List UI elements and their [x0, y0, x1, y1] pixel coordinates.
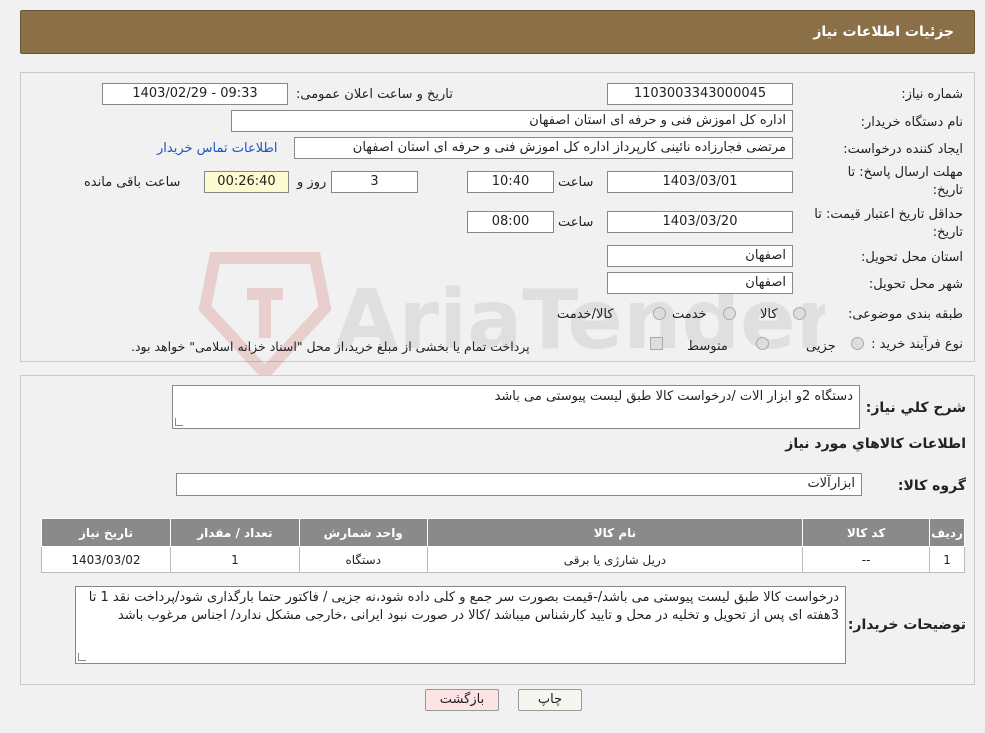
remaining-label: ساعت باقی مانده [84, 175, 181, 190]
cell-index: 1 [929, 546, 965, 573]
deadline-time-field: 10:40 [467, 171, 554, 193]
buyer-notes-label: توضیحات خریدار: [847, 617, 966, 633]
city-label: شهر محل تحویل: [868, 277, 963, 292]
creator-field: مرتضی فجارزاده نائینی کارپرداز اداره کل … [294, 137, 793, 159]
treasury-checkbox[interactable] [650, 337, 663, 350]
validity-label: حداقل تاریخ اعتبار قیمت: تا [814, 207, 963, 222]
col-code: کد کالا [802, 518, 931, 547]
province-field: اصفهان [607, 245, 793, 267]
process-label: نوع فرآیند خرید : [871, 337, 963, 352]
need-number-field: 1103003343000045 [607, 83, 793, 105]
validity-label-2: تاریخ: [932, 225, 963, 240]
contact-buyer-link[interactable]: اطلاعات تماس خریدار [157, 141, 277, 156]
col-unit: واحد شمارش [298, 518, 428, 547]
announce-label: تاریخ و ساعت اعلان عمومی: [296, 87, 453, 102]
deadline-time-label: ساعت [558, 175, 594, 190]
category-goods-service-label: کالا/خدمت [557, 307, 614, 322]
remaining-time-field: 00:26:40 [204, 171, 289, 193]
process-note: پرداخت تمام یا بخشی از مبلغ خرید،از محل … [131, 339, 530, 354]
col-index: ردیف [929, 518, 965, 547]
category-goods-label: کالا [760, 307, 778, 322]
process-medium-radio[interactable] [756, 337, 769, 350]
cell-name: دریل شارژی یا برقی [426, 546, 804, 573]
resize-grip-icon[interactable] [175, 418, 183, 426]
cell-qty: 1 [169, 546, 300, 573]
deadline-label-2: تاریخ: [932, 183, 963, 198]
page-title: جزئیات اطلاعات نیاز [813, 24, 954, 40]
page-header: جزئیات اطلاعات نیاز [20, 10, 975, 54]
need-number-label: شماره نیاز: [901, 87, 963, 102]
creator-label: ایجاد کننده درخواست: [843, 142, 963, 157]
days-field: 3 [331, 171, 418, 193]
validity-time-label: ساعت [558, 215, 594, 230]
category-label: طبقه بندی موضوعی: [847, 307, 963, 322]
summary-label: شرح كلي نياز: [865, 400, 966, 416]
category-service-radio[interactable] [723, 307, 736, 320]
process-medium-label: متوسط [687, 339, 728, 354]
process-partial-label: جزیی [806, 339, 836, 354]
print-button[interactable]: چاپ [518, 689, 582, 711]
announce-field: 1403/02/29 - 09:33 [102, 83, 288, 105]
category-service-label: خدمت [672, 307, 707, 322]
col-date: تاریخ نیاز [41, 518, 171, 547]
goods-group-label: گروه کالا: [897, 478, 966, 494]
goods-heading: اطلاعات كالاهاي مورد نياز [785, 436, 966, 452]
summary-text: دستگاه 2و ابزار الات /درخواست کالا طبق ل… [494, 389, 853, 404]
category-goods-radio[interactable] [793, 307, 806, 320]
cell-unit: دستگاه [298, 546, 428, 573]
cell-date: 1403/03/02 [41, 546, 171, 573]
table-row: 1 -- دریل شارژی یا برقی دستگاه 1 1403/03… [41, 546, 965, 573]
city-field: اصفهان [607, 272, 793, 294]
col-qty: تعداد / مقدار [169, 518, 300, 547]
goods-table-header: ردیف کد کالا نام کالا واحد شمارش تعداد /… [41, 518, 965, 547]
province-label: استان محل تحویل: [861, 250, 963, 265]
goods-group-field: ابزارآلات [176, 473, 862, 496]
validity-time-field: 08:00 [467, 211, 554, 233]
buyer-org-field: اداره کل اموزش فنی و حرفه ای استان اصفها… [231, 110, 793, 132]
deadline-label: مهلت ارسال پاسخ: تا [847, 165, 963, 180]
col-name: نام کالا [426, 518, 804, 547]
days-label: روز و [297, 175, 327, 190]
buyer-org-label: نام دستگاه خریدار: [860, 115, 963, 130]
process-partial-radio[interactable] [851, 337, 864, 350]
validity-date-field: 1403/03/20 [607, 211, 793, 233]
cell-code: -- [802, 546, 931, 573]
buyer-notes-text: درخواست کالا طبق لیست پیوستی می باشد/-قی… [88, 590, 839, 623]
deadline-date-field: 1403/03/01 [607, 171, 793, 193]
buyer-notes-textarea[interactable]: درخواست کالا طبق لیست پیوستی می باشد/-قی… [75, 586, 846, 664]
summary-textarea[interactable]: دستگاه 2و ابزار الات /درخواست کالا طبق ل… [172, 385, 860, 429]
resize-grip-icon[interactable] [78, 653, 86, 661]
back-button[interactable]: بازگشت [425, 689, 499, 711]
goods-table: ردیف کد کالا نام کالا واحد شمارش تعداد /… [41, 518, 965, 573]
category-goods-service-radio[interactable] [653, 307, 666, 320]
